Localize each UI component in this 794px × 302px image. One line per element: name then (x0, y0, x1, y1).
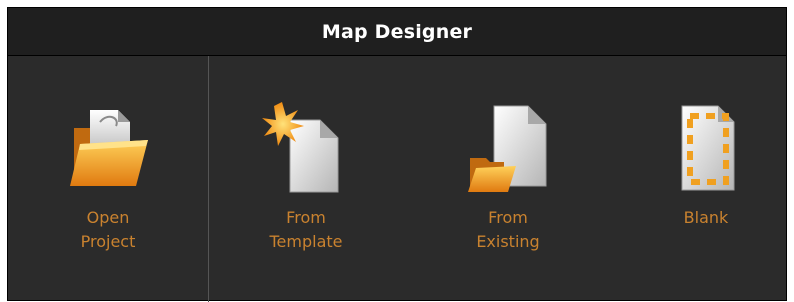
from-existing-label: From Existing (476, 208, 540, 251)
from-existing-button[interactable]: From Existing (438, 56, 578, 302)
open-project-button[interactable]: Open Project (38, 56, 178, 302)
open-project-label: Open Project (80, 208, 136, 251)
blank-document-icon (681, 105, 735, 191)
blank-label: Blank (683, 208, 729, 227)
window-title: Map Designer (321, 20, 473, 43)
from-template-label: From Template (269, 208, 343, 251)
blank-button[interactable]: Blank (636, 56, 776, 302)
open-folder-icon (70, 110, 148, 186)
from-template-button[interactable]: From Template (236, 56, 376, 302)
section-divider (208, 56, 209, 302)
document-folder-icon (468, 105, 547, 192)
map-designer-window: Map Designer Open Project From Template … (7, 7, 787, 302)
new-document-star-icon (262, 102, 339, 193)
title-bar: Map Designer (8, 8, 786, 56)
